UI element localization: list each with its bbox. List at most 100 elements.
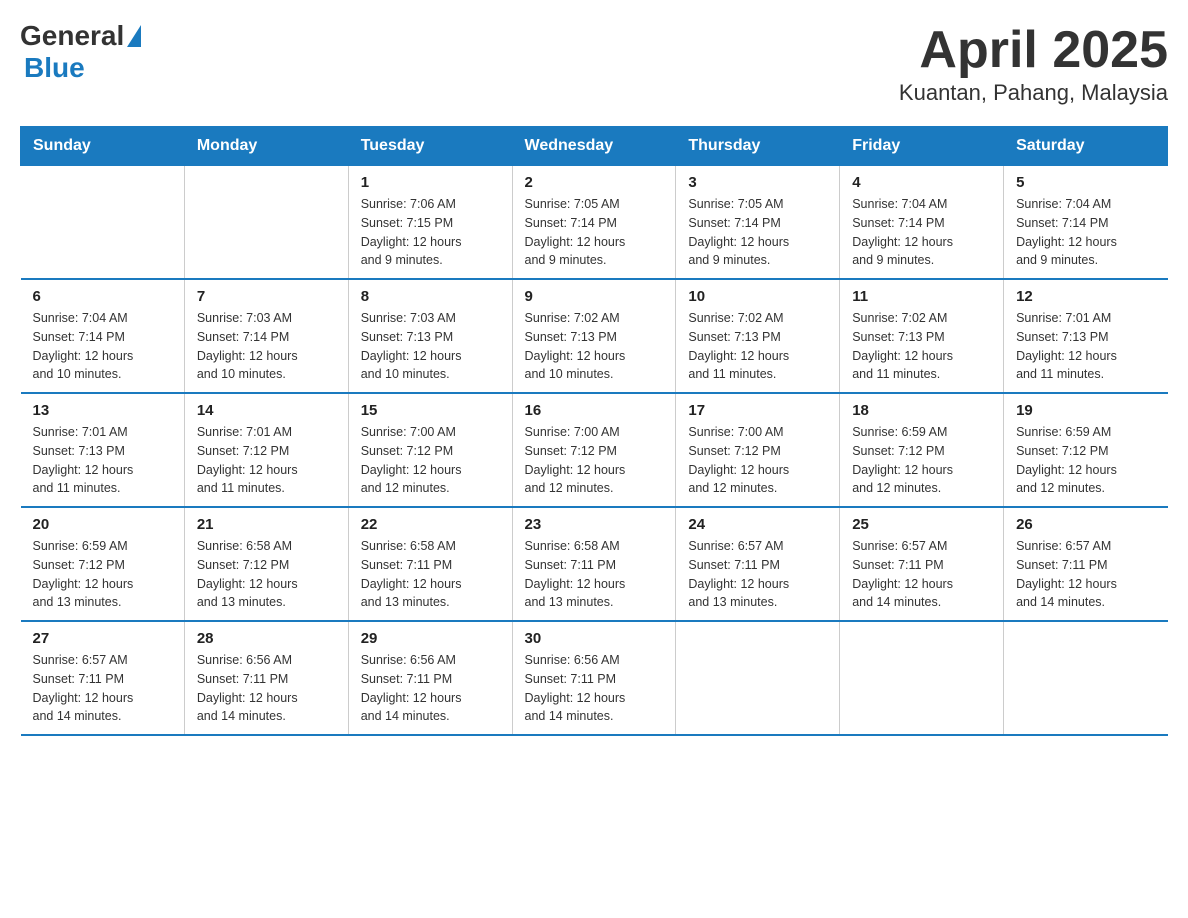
day-number: 14 bbox=[197, 402, 336, 419]
calendar-cell: 3Sunrise: 7:05 AM Sunset: 7:14 PM Daylig… bbox=[676, 166, 840, 280]
day-number: 6 bbox=[33, 288, 172, 305]
day-info: Sunrise: 6:56 AM Sunset: 7:11 PM Dayligh… bbox=[197, 651, 336, 726]
day-info: Sunrise: 6:56 AM Sunset: 7:11 PM Dayligh… bbox=[525, 651, 664, 726]
calendar-cell: 28 Sunrise: 6:56 AM Sunset: 7:11 PM Dayli… bbox=[184, 621, 348, 735]
calendar-table: SundayMondayTuesdayWednesdayThursdayFrid… bbox=[20, 126, 1168, 736]
day-number: 11 bbox=[852, 288, 991, 305]
day-number: 27 bbox=[33, 630, 172, 647]
day-info: Sunrise: 7:04 AM Sunset: 7:14 PM Dayligh… bbox=[1016, 195, 1155, 270]
calendar-week-row: 13 Sunrise: 7:01 AM Sunset: 7:13 PM Dayli… bbox=[21, 393, 1168, 507]
page-header: General Blue April 2025 Kuantan, Pahang,… bbox=[20, 20, 1168, 106]
day-info: Sunrise: 6:56 AM Sunset: 7:11 PM Dayligh… bbox=[361, 651, 500, 726]
day-number: 19 bbox=[1016, 402, 1155, 419]
calendar-cell: 9 Sunrise: 7:02 AM Sunset: 7:13 PM Daylig… bbox=[512, 279, 676, 393]
day-info: Sunrise: 6:57 AM Sunset: 7:11 PM Dayligh… bbox=[852, 537, 991, 612]
day-number: 10 bbox=[688, 288, 827, 305]
day-info: Sunrise: 7:02 AM Sunset: 7:13 PM Dayligh… bbox=[525, 309, 664, 384]
day-number: 9 bbox=[525, 288, 664, 305]
calendar-cell: 6 Sunrise: 7:04 AM Sunset: 7:14 PM Daylig… bbox=[21, 279, 185, 393]
day-number: 17 bbox=[688, 402, 827, 419]
day-info: Sunrise: 7:01 AM Sunset: 7:13 PM Dayligh… bbox=[33, 423, 172, 498]
day-info: Sunrise: 7:01 AM Sunset: 7:12 PM Dayligh… bbox=[197, 423, 336, 498]
calendar-week-row: 1Sunrise: 7:06 AM Sunset: 7:15 PM Daylig… bbox=[21, 166, 1168, 280]
day-info: Sunrise: 6:57 AM Sunset: 7:11 PM Dayligh… bbox=[688, 537, 827, 612]
day-info: Sunrise: 6:57 AM Sunset: 7:11 PM Dayligh… bbox=[1016, 537, 1155, 612]
day-number: 15 bbox=[361, 402, 500, 419]
day-info: Sunrise: 6:58 AM Sunset: 7:11 PM Dayligh… bbox=[361, 537, 500, 612]
calendar-cell: 7Sunrise: 7:03 AM Sunset: 7:14 PM Daylig… bbox=[184, 279, 348, 393]
day-number: 12 bbox=[1016, 288, 1155, 305]
calendar-cell bbox=[184, 166, 348, 280]
day-info: Sunrise: 6:59 AM Sunset: 7:12 PM Dayligh… bbox=[1016, 423, 1155, 498]
logo: General Blue bbox=[20, 20, 141, 84]
calendar-title: April 2025 bbox=[899, 20, 1168, 80]
day-number: 13 bbox=[33, 402, 172, 419]
day-info: Sunrise: 7:00 AM Sunset: 7:12 PM Dayligh… bbox=[688, 423, 827, 498]
day-info: Sunrise: 6:58 AM Sunset: 7:11 PM Dayligh… bbox=[525, 537, 664, 612]
day-header-wednesday: Wednesday bbox=[512, 127, 676, 166]
calendar-cell: 30 Sunrise: 6:56 AM Sunset: 7:11 PM Dayli… bbox=[512, 621, 676, 735]
calendar-cell: 22Sunrise: 6:58 AM Sunset: 7:11 PM Dayli… bbox=[348, 507, 512, 621]
calendar-body: 1Sunrise: 7:06 AM Sunset: 7:15 PM Daylig… bbox=[21, 166, 1168, 736]
calendar-cell: 24 Sunrise: 6:57 AM Sunset: 7:11 PM Dayli… bbox=[676, 507, 840, 621]
day-header-thursday: Thursday bbox=[676, 127, 840, 166]
day-info: Sunrise: 6:59 AM Sunset: 7:12 PM Dayligh… bbox=[33, 537, 172, 612]
day-number: 3 bbox=[688, 174, 827, 191]
calendar-location: Kuantan, Pahang, Malaysia bbox=[899, 80, 1168, 106]
calendar-cell: 14 Sunrise: 7:01 AM Sunset: 7:12 PM Dayli… bbox=[184, 393, 348, 507]
day-info: Sunrise: 7:00 AM Sunset: 7:12 PM Dayligh… bbox=[525, 423, 664, 498]
day-info: Sunrise: 7:01 AM Sunset: 7:13 PM Dayligh… bbox=[1016, 309, 1155, 384]
calendar-cell: 4 Sunrise: 7:04 AM Sunset: 7:14 PM Daylig… bbox=[840, 166, 1004, 280]
calendar-cell: 25Sunrise: 6:57 AM Sunset: 7:11 PM Dayli… bbox=[840, 507, 1004, 621]
day-number: 18 bbox=[852, 402, 991, 419]
calendar-cell: 17 Sunrise: 7:00 AM Sunset: 7:12 PM Dayli… bbox=[676, 393, 840, 507]
day-number: 21 bbox=[197, 516, 336, 533]
day-info: Sunrise: 7:02 AM Sunset: 7:13 PM Dayligh… bbox=[852, 309, 991, 384]
calendar-cell: 11 Sunrise: 7:02 AM Sunset: 7:13 PM Dayli… bbox=[840, 279, 1004, 393]
day-header-sunday: Sunday bbox=[21, 127, 185, 166]
calendar-cell: 19 Sunrise: 6:59 AM Sunset: 7:12 PM Dayli… bbox=[1004, 393, 1168, 507]
logo-general-text: General bbox=[20, 20, 124, 52]
day-header-friday: Friday bbox=[840, 127, 1004, 166]
calendar-cell: 29 Sunrise: 6:56 AM Sunset: 7:11 PM Dayli… bbox=[348, 621, 512, 735]
day-number: 4 bbox=[852, 174, 991, 191]
calendar-cell: 15Sunrise: 7:00 AM Sunset: 7:12 PM Dayli… bbox=[348, 393, 512, 507]
day-headers-row: SundayMondayTuesdayWednesdayThursdayFrid… bbox=[21, 127, 1168, 166]
calendar-cell bbox=[676, 621, 840, 735]
calendar-cell: 8Sunrise: 7:03 AM Sunset: 7:13 PM Daylig… bbox=[348, 279, 512, 393]
day-header-monday: Monday bbox=[184, 127, 348, 166]
calendar-week-row: 27 Sunrise: 6:57 AM Sunset: 7:11 PM Dayli… bbox=[21, 621, 1168, 735]
calendar-week-row: 6 Sunrise: 7:04 AM Sunset: 7:14 PM Daylig… bbox=[21, 279, 1168, 393]
day-info: Sunrise: 7:02 AM Sunset: 7:13 PM Dayligh… bbox=[688, 309, 827, 384]
calendar-cell: 23 Sunrise: 6:58 AM Sunset: 7:11 PM Dayli… bbox=[512, 507, 676, 621]
day-number: 1 bbox=[361, 174, 500, 191]
calendar-cell: 16 Sunrise: 7:00 AM Sunset: 7:12 PM Dayli… bbox=[512, 393, 676, 507]
day-number: 23 bbox=[525, 516, 664, 533]
day-number: 28 bbox=[197, 630, 336, 647]
day-info: Sunrise: 6:58 AM Sunset: 7:12 PM Dayligh… bbox=[197, 537, 336, 612]
day-number: 30 bbox=[525, 630, 664, 647]
day-number: 5 bbox=[1016, 174, 1155, 191]
day-number: 24 bbox=[688, 516, 827, 533]
calendar-week-row: 20Sunrise: 6:59 AM Sunset: 7:12 PM Dayli… bbox=[21, 507, 1168, 621]
calendar-cell: 10 Sunrise: 7:02 AM Sunset: 7:13 PM Dayli… bbox=[676, 279, 840, 393]
calendar-cell: 20Sunrise: 6:59 AM Sunset: 7:12 PM Dayli… bbox=[21, 507, 185, 621]
calendar-cell: 2Sunrise: 7:05 AM Sunset: 7:14 PM Daylig… bbox=[512, 166, 676, 280]
calendar-cell: 13 Sunrise: 7:01 AM Sunset: 7:13 PM Dayli… bbox=[21, 393, 185, 507]
logo-blue-text: Blue bbox=[24, 52, 141, 84]
calendar-cell: 21 Sunrise: 6:58 AM Sunset: 7:12 PM Dayli… bbox=[184, 507, 348, 621]
calendar-cell bbox=[1004, 621, 1168, 735]
calendar-cell: 18Sunrise: 6:59 AM Sunset: 7:12 PM Dayli… bbox=[840, 393, 1004, 507]
day-info: Sunrise: 7:04 AM Sunset: 7:14 PM Dayligh… bbox=[33, 309, 172, 384]
day-info: Sunrise: 7:03 AM Sunset: 7:14 PM Dayligh… bbox=[197, 309, 336, 384]
day-number: 29 bbox=[361, 630, 500, 647]
day-info: Sunrise: 7:05 AM Sunset: 7:14 PM Dayligh… bbox=[525, 195, 664, 270]
day-info: Sunrise: 7:04 AM Sunset: 7:14 PM Dayligh… bbox=[852, 195, 991, 270]
title-block: April 2025 Kuantan, Pahang, Malaysia bbox=[899, 20, 1168, 106]
day-number: 8 bbox=[361, 288, 500, 305]
calendar-cell: 1Sunrise: 7:06 AM Sunset: 7:15 PM Daylig… bbox=[348, 166, 512, 280]
calendar-cell: 27 Sunrise: 6:57 AM Sunset: 7:11 PM Dayli… bbox=[21, 621, 185, 735]
day-info: Sunrise: 6:57 AM Sunset: 7:11 PM Dayligh… bbox=[33, 651, 172, 726]
calendar-cell bbox=[21, 166, 185, 280]
day-number: 16 bbox=[525, 402, 664, 419]
